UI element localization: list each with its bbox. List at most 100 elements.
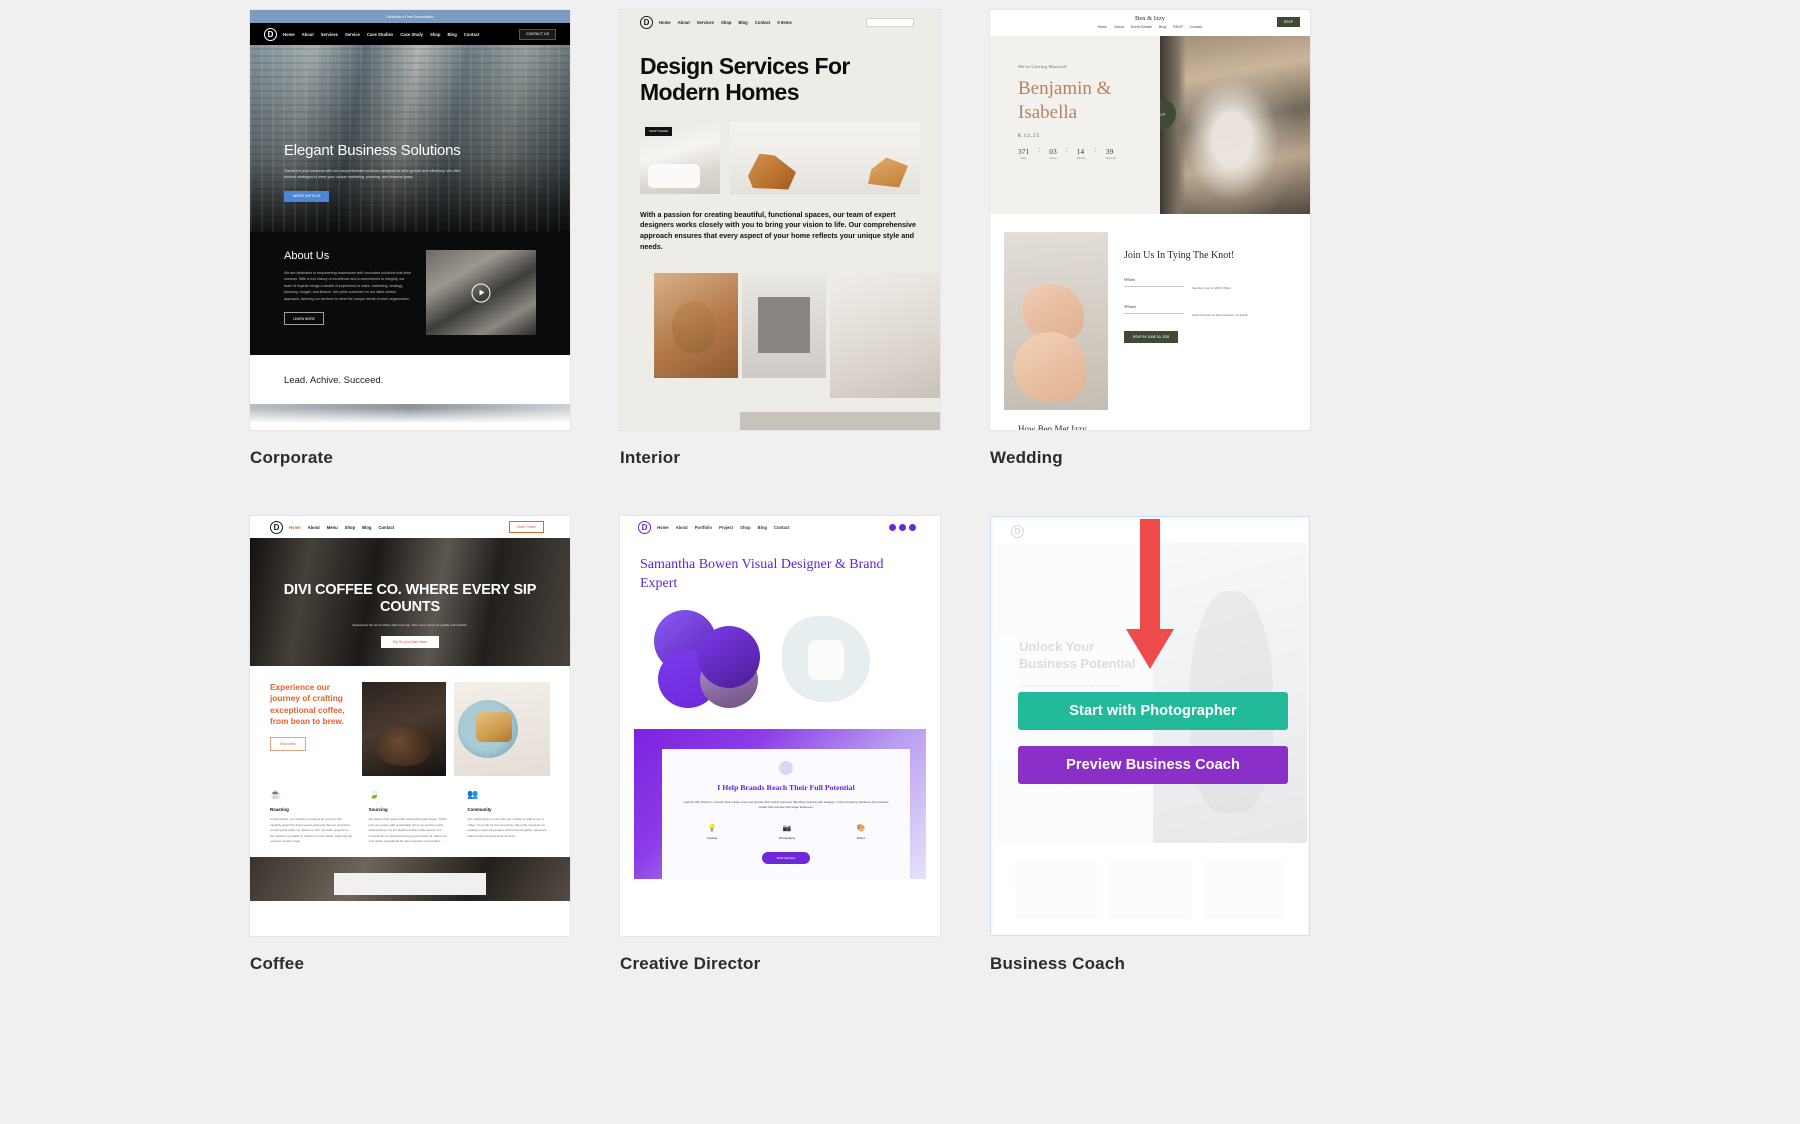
nav-item: Contact — [754, 20, 771, 25]
hero-heading: DIVI COFFEE CO. WHERE EVERY SIP COUNTS — [283, 582, 537, 616]
site-navbar: D Home About Services Service Case Studi… — [250, 23, 570, 45]
divi-logo-icon: D — [638, 520, 651, 534]
hero-section: Elegant Business Solutions Transform you… — [250, 45, 570, 232]
avatar — [779, 760, 793, 775]
template-card-wedding[interactable]: Ben & Izzy Home About Event Details Blog… — [990, 10, 1310, 468]
hero-kicker: We're Getting Married! — [1018, 64, 1068, 69]
coffee-preview[interactable]: D Home About Menu Shop Blog Contact Orde… — [250, 516, 570, 936]
divi-logo-icon: D — [1011, 524, 1024, 538]
template-card-coffee[interactable]: D Home About Menu Shop Blog Contact Orde… — [250, 516, 570, 974]
feature-text: Our coffee shop is more than just a plac… — [467, 817, 547, 838]
detail-label: Where — [1124, 303, 1137, 309]
gradient-panel: I Help Brands Reach Their Full Potential… — [634, 728, 926, 879]
feature-label: Brand — [857, 835, 865, 840]
window-dots-icon — [889, 523, 916, 531]
interior-preview[interactable]: D Home About Services Shop Blog Contact … — [620, 10, 940, 430]
announcement-bar: Schedule a Free Consultation — [250, 10, 570, 23]
template-card-interior[interactable]: D Home About Services Shop Blog Contact … — [620, 10, 940, 468]
coffee-cup-icon: ☕ — [270, 789, 282, 799]
countdown-value: 39 — [1105, 147, 1114, 157]
site-header: Ben & Izzy Home About Event Details Blog… — [990, 10, 1310, 36]
countdown-separator: : — [1094, 147, 1097, 155]
nav-item: Home — [1097, 25, 1108, 29]
preview-business-coach-button[interactable]: Preview Business Coach — [1018, 746, 1288, 784]
leaf-icon: 🍃 — [368, 789, 380, 799]
camera-icon: 📷 — [782, 824, 792, 832]
feature-item: 🍃 Sourcing We believe that great coffee … — [369, 790, 452, 845]
nav-item: Contact — [463, 31, 480, 37]
feature-item: ☕ Roasting At Divi Coffee, our roasting … — [270, 790, 353, 845]
divider — [1124, 313, 1184, 315]
detail-field: Where 1234 Ohio Avenue San Francisco, CA… — [1124, 304, 1296, 317]
start-with-photographer-button[interactable]: Start with Photographer — [1018, 692, 1288, 730]
template-card-business-coach[interactable]: D Unlock Your Business Potential Transfo… — [990, 516, 1310, 974]
nav-item: Menu — [326, 524, 338, 530]
interior-photo: SHOP ONLINE — [640, 121, 720, 194]
divider — [1124, 286, 1184, 287]
template-card-corporate[interactable]: Schedule a Free Consultation D Home Abou… — [250, 10, 570, 468]
nav-item: Shop — [430, 31, 441, 37]
search-input — [866, 18, 914, 27]
countdown-value: 371 — [1018, 147, 1030, 157]
shop-menu-button: Shop Menu — [270, 737, 307, 752]
countdown-timer: 371 Days : 03 Hours : 14 Minutes : 39 Second… — [1018, 147, 1160, 160]
placeholder-block — [1109, 861, 1191, 919]
countdown-separator: : — [1038, 147, 1041, 155]
corporate-preview[interactable]: Schedule a Free Consultation D Home Abou… — [250, 10, 570, 430]
wedding-date: 8.12.25 — [1018, 134, 1040, 140]
hero-button: Sip On you Side Hatch — [380, 636, 440, 649]
couple-photo: RSVP — [1160, 36, 1310, 214]
nav-item: Home — [657, 524, 669, 530]
shop-badge: SHOP ONLINE — [645, 126, 673, 136]
countdown-unit: Minutes — [1076, 157, 1086, 161]
nav-item: Home — [283, 31, 295, 37]
nav-item: Services — [320, 31, 338, 37]
rsvp-button: RSVP — [1276, 17, 1300, 27]
light-blob — [776, 610, 878, 710]
hero-section: DIVI COFFEE CO. WHERE EVERY SIP COUNTS E… — [250, 538, 570, 666]
nav-item: 0 Items — [777, 20, 792, 25]
about-video-thumbnail — [426, 250, 536, 335]
nav-item: Blog — [447, 31, 457, 37]
site-navbar: D Home About Services Shop Blog Contact … — [620, 10, 940, 32]
story-section: Experience our journey of crafting excep… — [250, 666, 570, 776]
feature-label: Photography — [778, 835, 796, 840]
nav-item: Blog — [738, 20, 748, 25]
feature-title: Sourcing — [368, 807, 388, 812]
site-navbar: D Home About Menu Shop Blog Contact Orde… — [250, 516, 570, 538]
template-label: Corporate — [250, 448, 334, 467]
details-section: Join Us In Tying The Knot! When Saturday… — [990, 214, 1310, 410]
nav-links: Home About Menu Shop Blog Contact — [289, 525, 394, 530]
pastry-photo — [454, 682, 550, 776]
nav-item: Service — [344, 31, 360, 37]
business-coach-preview[interactable]: D Unlock Your Business Potential Transfo… — [990, 516, 1310, 936]
nav-item: RSVP — [1173, 25, 1183, 29]
fade-overlay — [250, 408, 570, 430]
blob-graphics — [654, 609, 940, 715]
lower-section — [993, 843, 1307, 933]
nav-item: About — [1114, 25, 1124, 29]
hero-images: SHOP ONLINE — [640, 121, 920, 194]
template-label: Creative Director — [620, 954, 761, 973]
nav-item: Blog — [757, 524, 767, 530]
nav-links: Home About Event Details Blog RSVP Conta… — [990, 25, 1310, 29]
community-icon: 👥 — [467, 789, 479, 799]
order-online-button: Order Online — [508, 521, 544, 533]
divi-logo-icon: D — [270, 520, 283, 534]
wedding-preview[interactable]: Ben & Izzy Home About Event Details Blog… — [990, 10, 1310, 430]
placeholder-block — [1015, 861, 1097, 919]
feature-text: At Divi Coffee, our roasting process is … — [270, 817, 353, 844]
template-card-creative-director[interactable]: D Home About Portfolio Project Shop Blog… — [620, 516, 940, 974]
hero-paragraph: Experience the art of coffee with every … — [352, 623, 468, 628]
about-section: About Us We are dedicated to empowering … — [250, 232, 570, 355]
detail-value: 1234 Ohio Avenue San Francisco, CA 94109 — [1192, 312, 1248, 317]
work-samples-button: Work Samples — [762, 851, 810, 864]
creative-director-preview[interactable]: D Home About Portfolio Project Shop Blog… — [620, 516, 940, 936]
announcement-text: Schedule a Free Consultation — [386, 14, 434, 19]
detail-value: Saturday, Aug 12, 2025 4:00pm — [1192, 285, 1232, 290]
countdown-separator: : — [1065, 147, 1068, 155]
nav-item: Home — [289, 524, 301, 530]
hero-section: We're Getting Married! Benjamin & Isabel… — [990, 36, 1310, 214]
nav-item: Blog — [1158, 25, 1167, 29]
template-label: Interior — [620, 448, 681, 467]
